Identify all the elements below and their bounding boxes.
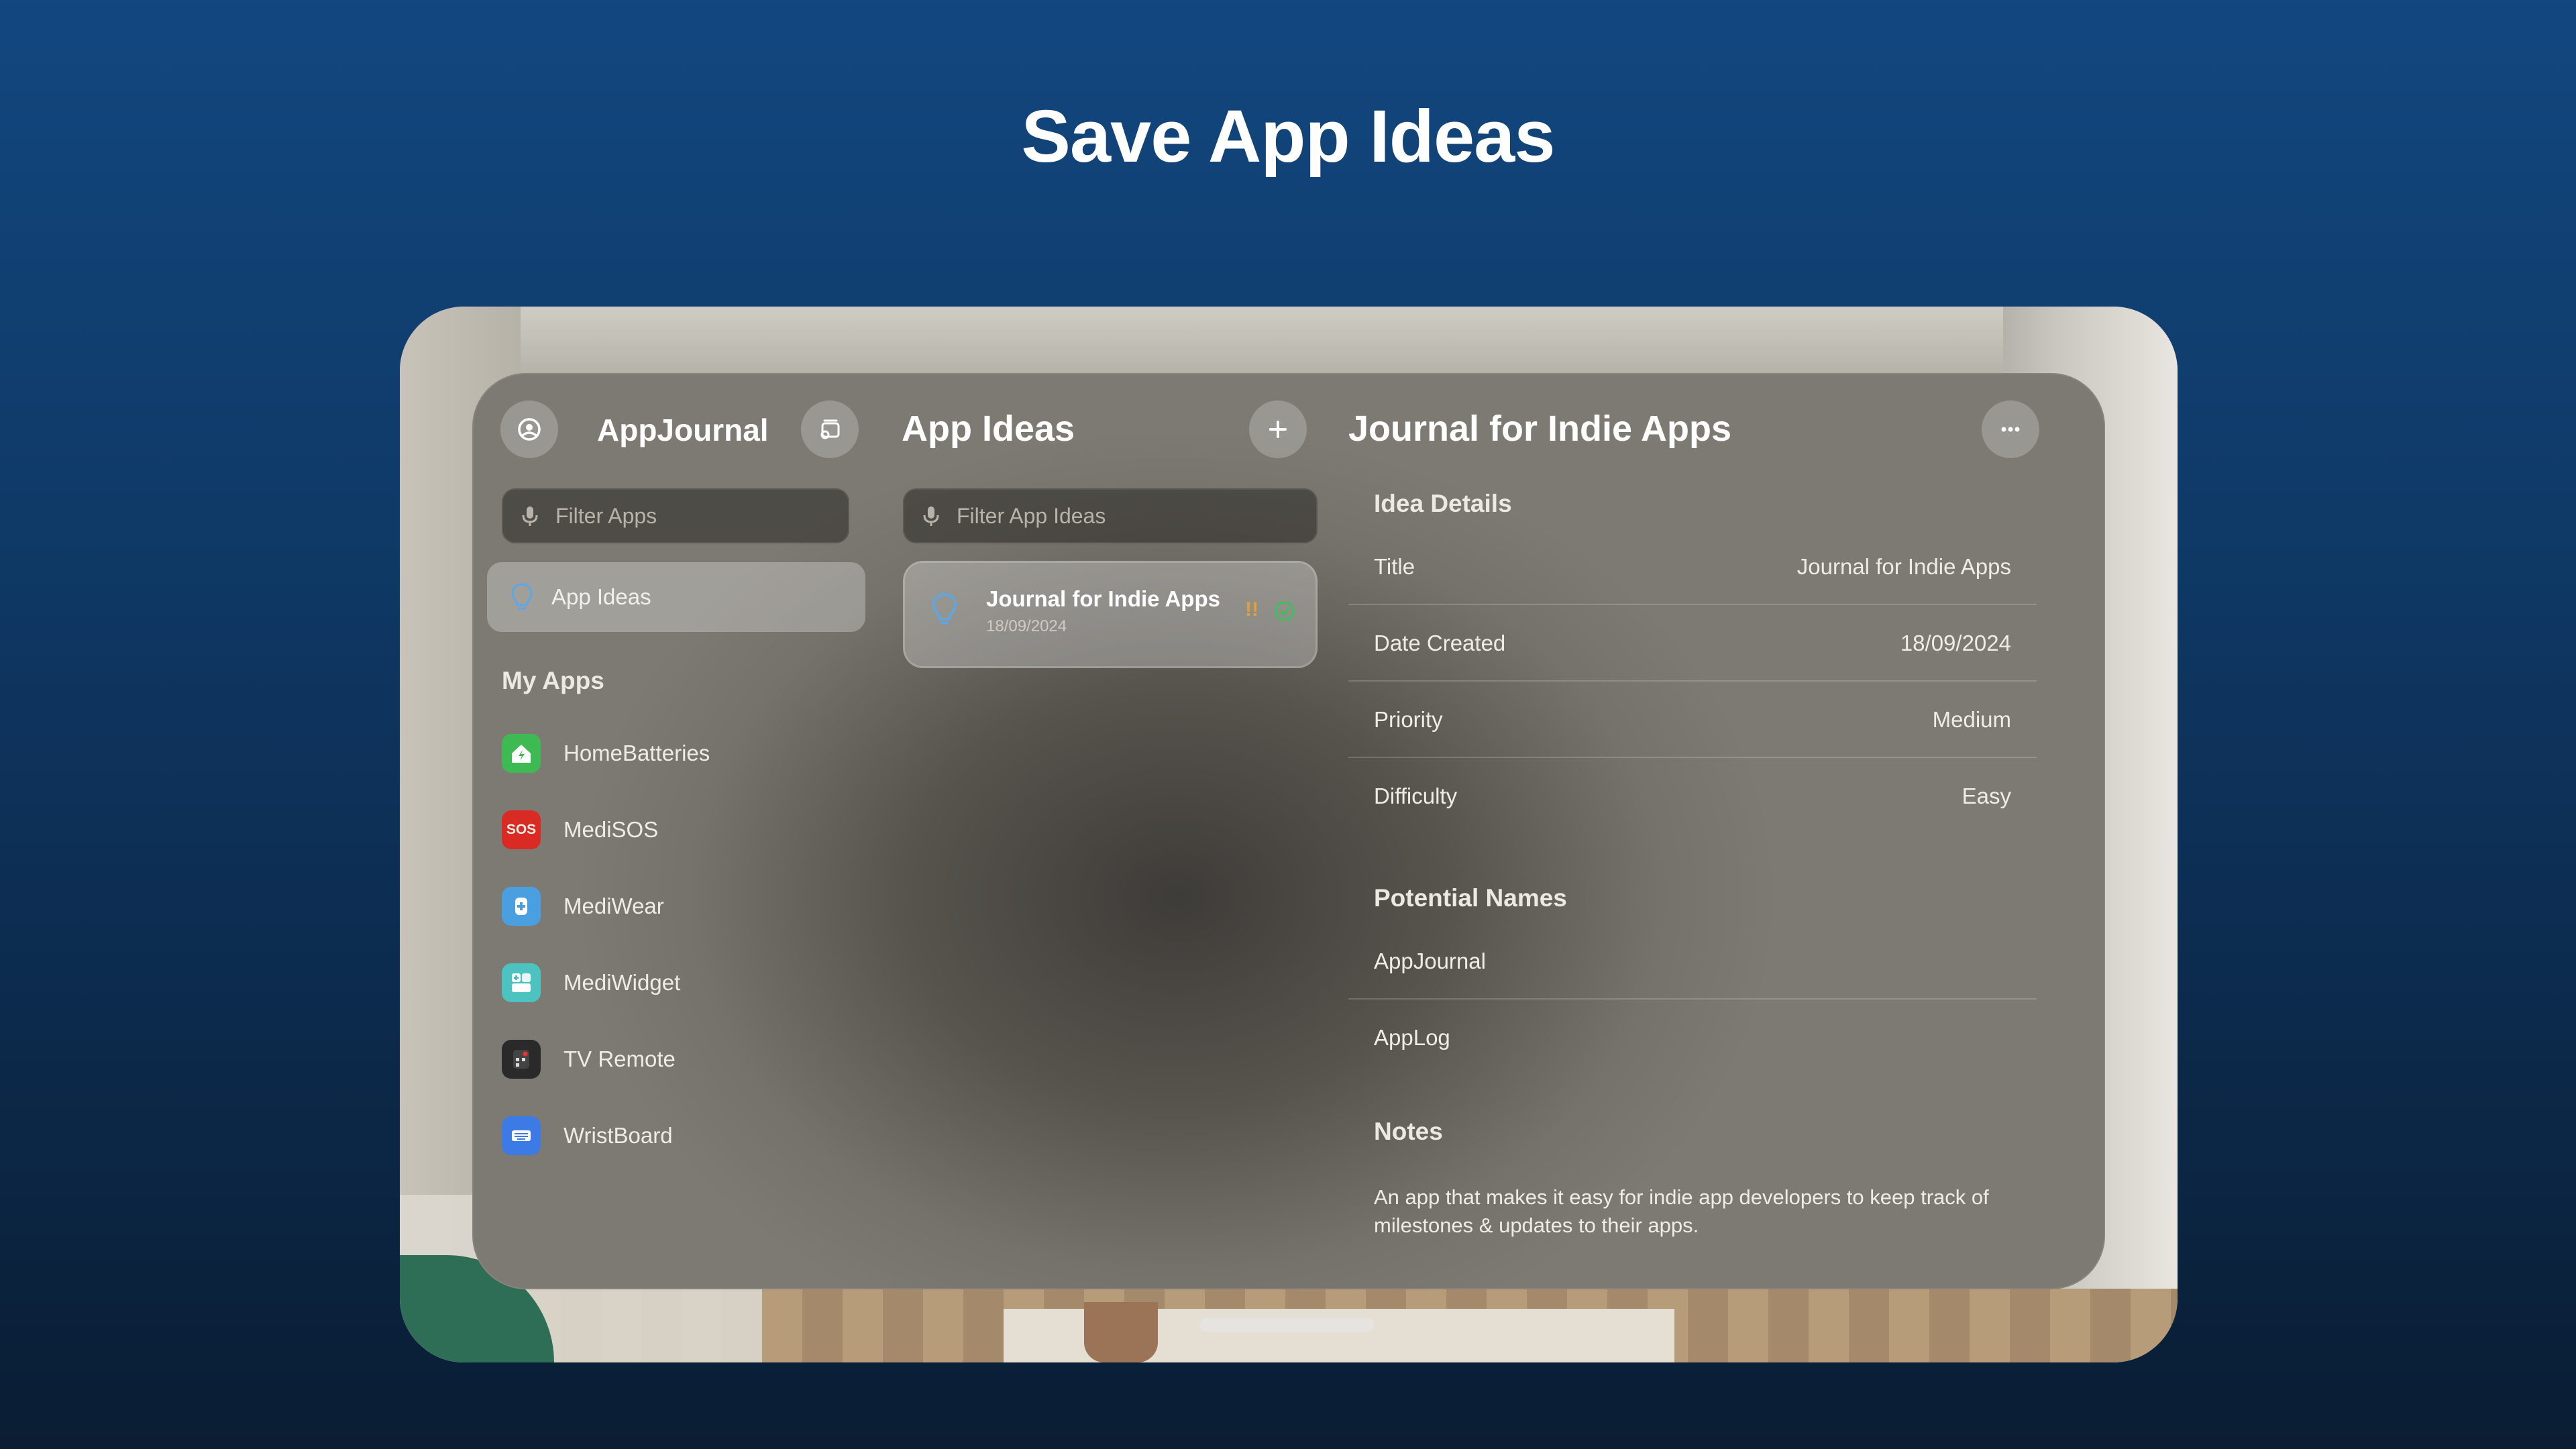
detail-pane: Journal for Indie Apps Idea Details Titl… [1348, 373, 2105, 1289]
app-label: MediWidget [564, 970, 681, 995]
person-circle-icon [518, 418, 541, 441]
potential-names-heading: Potential Names [1374, 884, 1567, 912]
field-value: Journal for Indie Apps [1796, 554, 2011, 579]
app-title: AppJournal [597, 413, 769, 447]
detail-row-date-created: Date Created 18/09/2024 [1348, 605, 2037, 682]
sidebar-item-app-ideas[interactable]: App Ideas [487, 562, 865, 632]
sidebar-item-mediwear[interactable]: MediWear [502, 883, 664, 930]
notes-text: An app that makes it easy for indie app … [1374, 1185, 1989, 1237]
idea-date: 18/09/2024 [986, 617, 1067, 635]
detail-row-priority: Priority Medium [1348, 682, 2037, 758]
more-options-button[interactable] [1982, 400, 2039, 458]
field-value: 18/09/2024 [1900, 631, 2011, 655]
sidebar-item-tv-remote[interactable]: TV Remote [502, 1036, 676, 1083]
sidebar-item-medisos[interactable]: SOS MediSOS [502, 806, 658, 853]
filter-apps-search[interactable] [502, 488, 849, 543]
account-button[interactable] [500, 400, 558, 458]
detail-title: Journal for Indie Apps [1348, 409, 1732, 449]
potential-name-row: AppJournal [1348, 923, 2037, 1000]
medi-wear-app-icon [502, 887, 541, 926]
filter-apps-input[interactable] [554, 502, 849, 529]
app-window: AppJournal App Ideas My Apps [472, 373, 2105, 1289]
notes-heading: Notes [1374, 1118, 1443, 1145]
stack-icon [820, 419, 840, 439]
filter-app-ideas-input[interactable] [955, 502, 1318, 529]
potential-name-row: AppLog [1348, 1000, 2037, 1076]
microphone-icon [923, 506, 939, 526]
ellipsis-icon [2001, 427, 2020, 432]
ideas-list-title: App Ideas [902, 409, 1075, 449]
detail-row-difficulty: Difficulty Easy [1348, 758, 2037, 835]
sidebar-item-mediwidget[interactable]: MediWidget [502, 959, 680, 1006]
ideas-list-pane: App Ideas Journal for Indie Apps 18/09/2… [885, 373, 1348, 1289]
checkmark-circle-icon [1275, 601, 1295, 621]
app-label: MediSOS [564, 817, 659, 842]
sidebar: AppJournal App Ideas My Apps [472, 373, 885, 1289]
potential-name: AppLog [1374, 1025, 1450, 1050]
lightbulb-icon [932, 593, 957, 625]
room-pot [1084, 1302, 1158, 1362]
lightbulb-icon [511, 583, 533, 610]
idea-details-heading: Idea Details [1374, 490, 1512, 517]
wrist-board-app-icon [502, 1116, 541, 1155]
detail-row-title: Title Journal for Indie Apps [1348, 529, 2037, 605]
field-label: Priority [1374, 707, 1443, 732]
filter-app-ideas-search[interactable] [903, 488, 1318, 543]
room-ceiling [400, 307, 2178, 380]
sidebar-item-homebatteries[interactable]: HomeBatteries [502, 730, 710, 777]
home-batteries-app-icon [502, 734, 541, 773]
idea-title: Journal for Indie Apps [986, 586, 1220, 611]
window-grabber-bar[interactable] [1199, 1318, 1374, 1332]
add-idea-button[interactable] [1249, 400, 1307, 458]
field-label: Difficulty [1374, 784, 1458, 808]
potential-name: AppJournal [1374, 949, 1486, 973]
microphone-icon [522, 506, 538, 526]
sidebar-item-label: App Ideas [551, 584, 651, 609]
sos-app-icon: SOS [502, 810, 541, 849]
plus-icon [1269, 421, 1287, 438]
field-value: Easy [1962, 784, 2011, 808]
field-value: Medium [1932, 707, 2011, 732]
priority-indicator: !! [1245, 598, 1258, 621]
app-label: HomeBatteries [564, 741, 710, 765]
idea-list-item[interactable]: Journal for Indie Apps 18/09/2024 !! [903, 561, 1318, 668]
sidebar-item-wristboard[interactable]: WristBoard [502, 1112, 673, 1159]
field-label: Title [1374, 554, 1415, 579]
medi-widget-app-icon [502, 963, 541, 1002]
field-label: Date Created [1374, 631, 1506, 655]
tv-remote-app-icon [502, 1040, 541, 1079]
app-label: WristBoard [564, 1123, 673, 1148]
switch-view-button[interactable] [801, 400, 859, 458]
page-headline: Save App Ideas [1021, 95, 1555, 178]
my-apps-heading: My Apps [502, 667, 604, 694]
app-label: TV Remote [564, 1046, 676, 1071]
app-label: MediWear [564, 894, 664, 918]
